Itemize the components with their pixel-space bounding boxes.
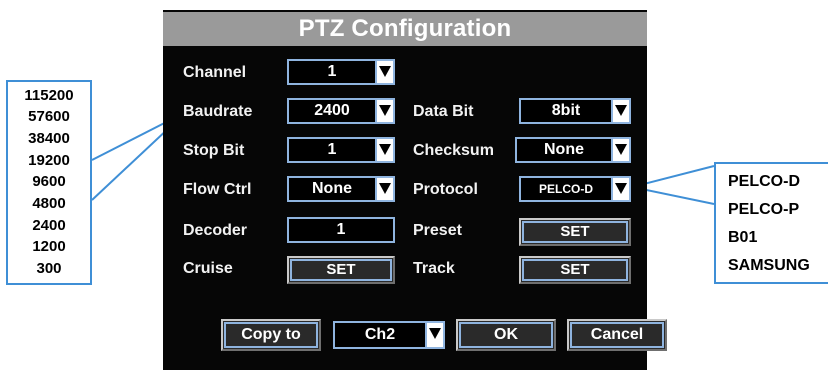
stop-bit-label: Stop Bit xyxy=(183,142,245,159)
protocol-label: Protocol xyxy=(413,181,478,198)
flow-ctrl-label: Flow Ctrl xyxy=(183,181,252,198)
track-label: Track xyxy=(413,260,455,277)
dropdown-arrow-icon[interactable] xyxy=(375,61,393,83)
ptz-configuration-dialog: PTZ Configuration Channel 1 Baudrate 240… xyxy=(163,10,667,370)
cancel-label: Cancel xyxy=(590,326,644,343)
cancel-button[interactable]: Cancel xyxy=(567,319,667,351)
decoder-value: 1 xyxy=(336,221,346,238)
channel-select[interactable]: 1 xyxy=(287,59,395,85)
baudrate-option[interactable]: 2400 xyxy=(8,216,90,236)
protocol-value: PELCO-D xyxy=(539,182,593,196)
baudrate-select[interactable]: 2400 xyxy=(287,98,395,124)
baudrate-option[interactable]: 9600 xyxy=(8,172,90,192)
protocol-option[interactable]: PELCO-P xyxy=(728,196,828,224)
decoder-label: Decoder xyxy=(183,222,248,239)
dropdown-arrow-icon[interactable] xyxy=(375,139,393,161)
baudrate-option[interactable]: 115200 xyxy=(8,86,90,106)
checksum-label: Checksum xyxy=(413,142,494,159)
preset-label: Preset xyxy=(413,222,462,239)
channel-value: 1 xyxy=(327,63,337,80)
track-set-label: SET xyxy=(560,261,590,278)
decoder-field[interactable]: 1 xyxy=(287,217,395,243)
checksum-value: None xyxy=(544,141,584,158)
flow-ctrl-value: None xyxy=(312,180,352,197)
baudrate-label: Baudrate xyxy=(183,103,253,120)
dropdown-arrow-icon[interactable] xyxy=(425,323,443,347)
ok-label: OK xyxy=(494,326,518,343)
dropdown-arrow-icon[interactable] xyxy=(611,100,629,122)
baudrate-option[interactable]: 1200 xyxy=(8,237,90,257)
data-bit-value: 8bit xyxy=(551,102,581,119)
channel-label: Channel xyxy=(183,64,247,81)
stop-bit-value: 1 xyxy=(327,141,337,158)
baudrate-option[interactable]: 57600 xyxy=(8,107,90,127)
baudrate-option[interactable]: 300 xyxy=(8,259,90,279)
protocol-option[interactable]: PELCO-D xyxy=(728,168,828,196)
baudrate-options-list: 115200 57600 38400 19200 9600 4800 2400 … xyxy=(6,80,92,285)
data-bit-select[interactable]: 8bit xyxy=(519,98,631,124)
flow-ctrl-select[interactable]: None xyxy=(287,176,395,202)
baudrate-value: 2400 xyxy=(314,102,350,119)
protocol-select[interactable]: PELCO-D xyxy=(519,176,631,202)
copy-to-button[interactable]: Copy to xyxy=(221,319,321,351)
dropdown-arrow-icon[interactable] xyxy=(611,139,629,161)
dropdown-arrow-icon[interactable] xyxy=(611,178,629,200)
cruise-set-label: SET xyxy=(326,261,356,278)
protocol-option[interactable]: B01 xyxy=(728,224,828,252)
ok-button[interactable]: OK xyxy=(456,319,556,351)
dropdown-arrow-icon[interactable] xyxy=(375,100,393,122)
dialog-title: PTZ Configuration xyxy=(163,12,647,46)
protocol-options-list: PELCO-D PELCO-P B01 SAMSUNG xyxy=(714,162,828,284)
cruise-set-button[interactable]: SET xyxy=(287,256,395,284)
checksum-select[interactable]: None xyxy=(515,137,631,163)
copy-target-select[interactable]: Ch2 xyxy=(333,321,445,349)
track-set-button[interactable]: SET xyxy=(519,256,631,284)
preset-set-label: SET xyxy=(560,223,590,240)
copy-to-label: Copy to xyxy=(241,326,301,343)
baudrate-option[interactable]: 4800 xyxy=(8,194,90,214)
baudrate-option[interactable]: 19200 xyxy=(8,151,90,171)
preset-set-button[interactable]: SET xyxy=(519,218,631,246)
protocol-option[interactable]: SAMSUNG xyxy=(728,252,828,280)
copy-target-value: Ch2 xyxy=(364,326,396,343)
stop-bit-select[interactable]: 1 xyxy=(287,137,395,163)
dropdown-arrow-icon[interactable] xyxy=(375,178,393,200)
data-bit-label: Data Bit xyxy=(413,103,474,120)
cruise-label: Cruise xyxy=(183,260,233,277)
baudrate-option[interactable]: 38400 xyxy=(8,129,90,149)
